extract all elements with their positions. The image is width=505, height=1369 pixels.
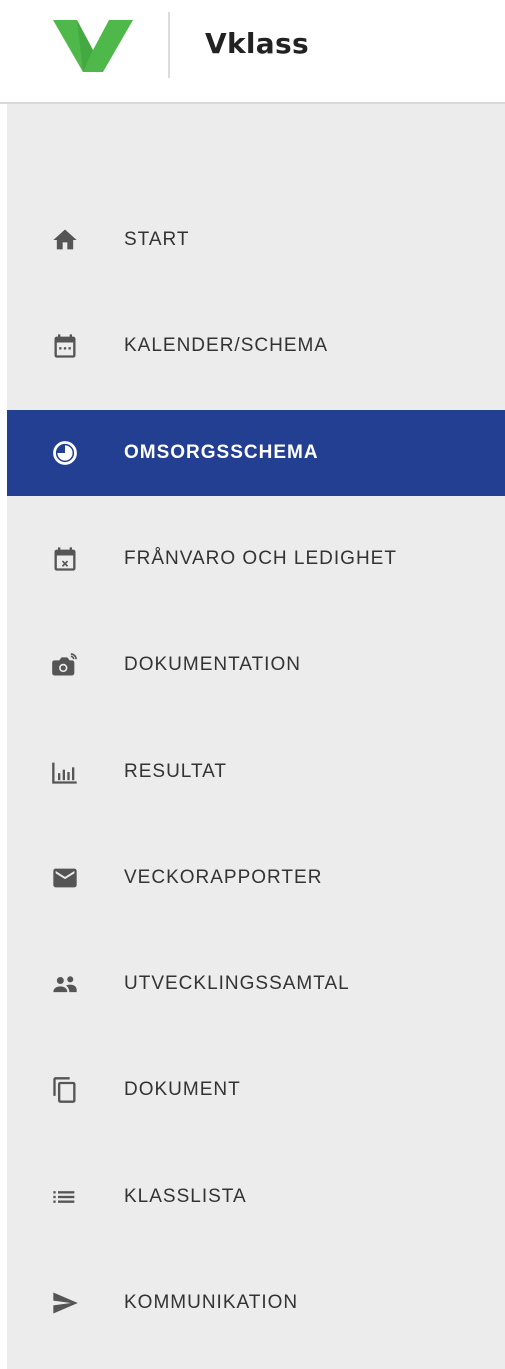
sidebar-item-label: DOKUMENT: [124, 1079, 241, 1100]
app-header: Vklass: [0, 0, 505, 104]
people-icon: [51, 970, 79, 998]
sidebar-item-utvecklingssamtal[interactable]: UTVECKLINGSSAMTAL: [7, 941, 505, 1027]
sidebar-item-start[interactable]: START: [7, 197, 505, 283]
sidebar-item-kalender-schema[interactable]: KALENDER/SCHEMA: [7, 303, 505, 389]
sidebar-item-dokument[interactable]: DOKUMENT: [7, 1047, 505, 1133]
list-icon: [51, 1183, 79, 1211]
sidebar-item-label: START: [124, 229, 190, 250]
header-divider: [168, 12, 170, 78]
brand-name: Vklass: [205, 27, 309, 60]
sidebar-item-veckorapporter[interactable]: VECKORAPPORTER: [7, 835, 505, 921]
bar-chart-icon: [51, 758, 79, 786]
sidebar-item-label: DOKUMENTATION: [124, 654, 301, 675]
mail-icon: [51, 864, 79, 892]
home-icon: [51, 226, 79, 254]
sidebar: START KALENDER/SCHEMA OMSORGSSCHEMA FRÅN…: [7, 104, 505, 1369]
clock-icon: [51, 439, 79, 467]
sidebar-item-kommunikation[interactable]: KOMMUNIKATION: [7, 1260, 505, 1346]
sidebar-item-label: VECKORAPPORTER: [124, 867, 323, 888]
sidebar-item-dokumentation[interactable]: DOKUMENTATION: [7, 622, 505, 708]
sidebar-item-label: RESULTAT: [124, 761, 228, 782]
calendar-icon: [51, 332, 79, 360]
sidebar-item-label: UTVECKLINGSSAMTAL: [124, 973, 350, 994]
sidebar-item-label: FRÅNVARO OCH LEDIGHET: [124, 548, 397, 569]
sidebar-item-resultat[interactable]: RESULTAT: [7, 729, 505, 815]
vklass-logo-icon[interactable]: [53, 20, 133, 72]
sidebar-item-label: KOMMUNIKATION: [124, 1292, 299, 1313]
copy-icon: [51, 1076, 79, 1104]
sidebar-item-label: KLASSLISTA: [124, 1186, 247, 1207]
calendar-cancel-icon: [51, 545, 79, 573]
sidebar-item-franvaro-och-ledighet[interactable]: FRÅNVARO OCH LEDIGHET: [7, 516, 505, 602]
sidebar-item-label: KALENDER/SCHEMA: [124, 335, 328, 356]
sidebar-item-omsorgsschema[interactable]: OMSORGSSCHEMA: [7, 410, 505, 496]
sidebar-item-klasslista[interactable]: KLASSLISTA: [7, 1154, 505, 1240]
camera-icon: [51, 651, 79, 679]
sidebar-item-label: OMSORGSSCHEMA: [124, 442, 319, 463]
send-icon: [51, 1289, 79, 1317]
